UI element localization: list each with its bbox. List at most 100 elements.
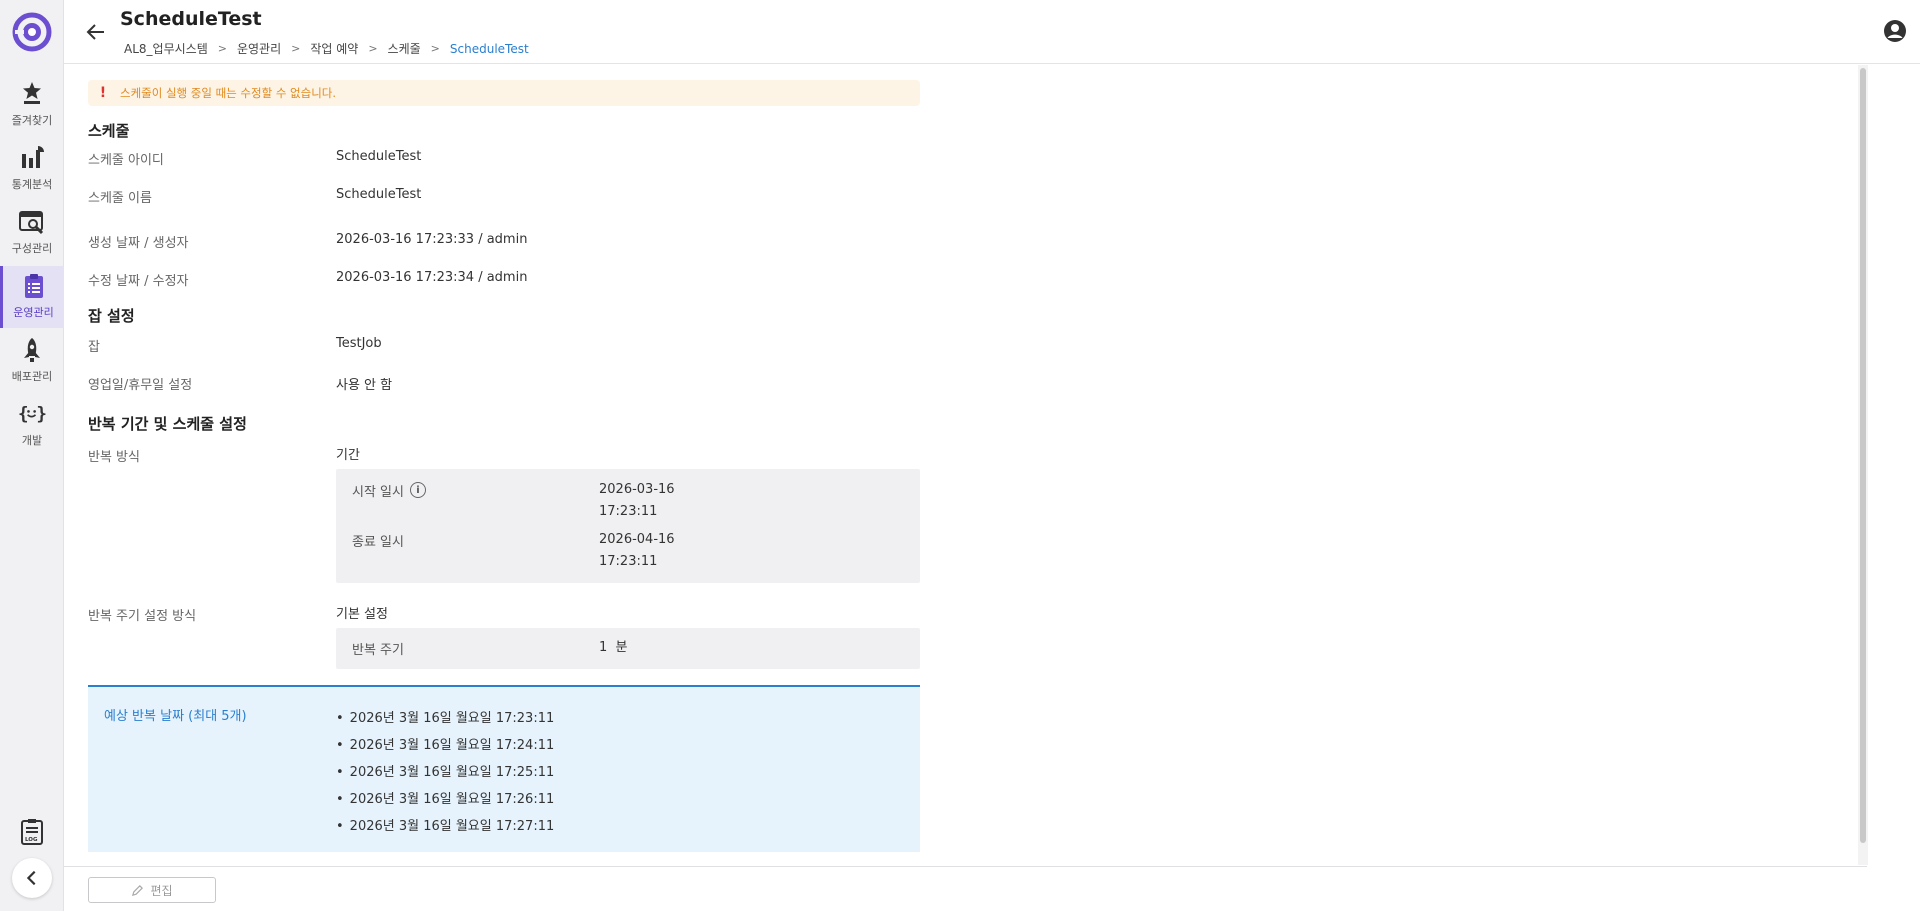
user-account-icon[interactable] [1882,18,1908,44]
created-value: 2026-03-16 17:23:33 / admin [336,232,528,247]
end-date: 2026-04-16 [599,532,675,547]
repeat-method-row: 반복 방식 기간 [88,444,920,465]
chart-icon [22,146,44,168]
cycle-value: 1 분 [599,640,628,655]
star-bookmark-icon [23,82,41,104]
field-label: 스케줄 이름 [88,191,152,206]
nav-item-configuration[interactable]: 구성관리 [0,202,64,264]
field-label: 반복 주기 설정 방식 [88,609,197,624]
start-time: 17:23:11 [599,504,658,519]
page-title: ScheduleTest [120,8,262,30]
nav-label: 배포관리 [11,370,53,383]
modified-value: 2026-03-16 17:23:34 / admin [336,270,528,285]
list-item: 2026년 3월 16일 월요일 17:24:11 [336,732,555,759]
holiday-row: 영업일/휴무일 설정 사용 안 함 [88,374,920,393]
schedule-id-row: 스케줄 아이디 ScheduleTest [88,149,920,168]
info-icon[interactable]: i [409,482,426,498]
nav-item-deployment[interactable]: 배포관리 [0,330,64,392]
field-label: 생성 날짜 / 생성자 [88,236,189,251]
start-label: 시작 일시 [352,485,404,500]
svg-text:{: { [18,404,29,424]
section-title-schedule: 스케줄 [88,122,130,140]
list-item: 2026년 3월 16일 월요일 17:27:11 [336,813,555,840]
field-label: 반복 방식 [88,450,140,465]
page-header: ScheduleTest AL8_업무시스템 > 운영관리 > 작업 예약 > … [64,0,1920,64]
scrollbar-thumb[interactable] [1860,68,1866,843]
clipboard-list-icon [24,274,43,298]
end-datetime-row: 종료 일시 2026-04-16 17:23:11 [352,529,904,573]
edit-button[interactable]: 편집 [88,877,216,903]
log-icon[interactable]: LOG [18,818,46,846]
holiday-value: 사용 안 함 [336,378,393,393]
footer-bar: 편집 [64,866,1867,911]
schedule-name-row: 스케줄 이름 ScheduleTest [88,187,920,206]
section-title-job: 잡 설정 [88,307,135,325]
preview-label: 예상 반복 날짜 (최대 5개) [104,709,247,724]
cycle-label: 반복 주기 [352,643,404,658]
schedule-name-value: ScheduleTest [336,187,422,202]
nav-item-development[interactable]: { } 개발 [0,394,64,456]
preview-dates-panel: 예상 반복 날짜 (최대 5개) 2026년 3월 16일 월요일 17:23:… [88,685,920,852]
end-time: 17:23:11 [599,554,658,569]
job-value: TestJob [336,336,382,351]
nav-label: 운영관리 [13,306,54,319]
list-item: 2026년 3월 16일 월요일 17:23:11 [336,705,555,732]
nav-label: 개발 [21,434,43,447]
nav-rail: 즐겨찾기 통계분석 구성관리 운영관리 배포관리 {} 개발 LOG [0,0,64,911]
field-label: 잡 [88,340,100,355]
created-row: 생성 날짜 / 생성자 2026-03-16 17:23:33 / admin [88,232,920,251]
code-braces-icon: { } [18,404,46,424]
warning-banner: ! 스케줄이 실행 중일 때는 수정할 수 없습니다. [88,80,920,106]
breadcrumb: AL8_업무시스템 > 운영관리 > 작업 예약 > 스케줄 > Schedul… [124,40,529,57]
pencil-icon [132,884,144,896]
repeat-period-panel: 시작 일시 i 2026-03-16 17:23:11 종료 일시 2026-0… [336,469,920,583]
back-arrow-icon[interactable] [84,20,108,44]
exclamation-icon: ! [99,85,107,101]
field-label: 시작 일시 i [352,479,599,523]
start-datetime-value: 2026-03-16 17:23:11 [599,479,675,523]
end-label: 종료 일시 [352,535,404,550]
field-label: 영업일/휴무일 설정 [88,378,193,393]
breadcrumb-separator-icon: > [430,42,440,55]
list-item: 2026년 3월 16일 월요일 17:26:11 [336,786,555,813]
end-datetime-value: 2026-04-16 17:23:11 [599,529,675,573]
section-title-repeat: 반복 기간 및 스케줄 설정 [88,415,247,433]
breadcrumb-separator-icon: > [217,42,227,55]
svg-text:}: } [36,404,46,424]
field-label: 스케줄 아이디 [88,153,164,168]
schedule-id-value: ScheduleTest [336,149,422,164]
start-date: 2026-03-16 [599,482,675,497]
cycle-panel: 반복 주기 1 분 [336,628,920,669]
repeat-method-value: 기간 [336,448,360,463]
warning-text: 스케줄이 실행 중일 때는 수정할 수 없습니다. [120,86,337,100]
preview-date-list: 2026년 3월 16일 월요일 17:23:11 2026년 3월 16일 월… [336,705,555,840]
start-datetime-row: 시작 일시 i 2026-03-16 17:23:11 [352,479,904,523]
cycle-method-row: 반복 주기 설정 방식 기본 설정 [88,603,920,624]
breadcrumb-separator-icon: > [368,42,378,55]
nav-label: 통계분석 [11,178,53,191]
cycle-row: 반복 주기 1 분 [352,639,904,658]
breadcrumb-item[interactable]: AL8_업무시스템 [124,40,208,57]
nav-item-operations[interactable]: 운영관리 [0,266,64,328]
breadcrumb-item[interactable]: 스케줄 [388,40,421,57]
app-logo-icon[interactable] [12,12,52,52]
main-content[interactable]: ! 스케줄이 실행 중일 때는 수정할 수 없습니다. 스케줄 스케줄 아이디 … [64,65,1867,865]
nav-label: 즐겨찾기 [11,114,53,127]
nav-label: 구성관리 [11,242,53,255]
collapse-sidebar-button[interactable] [12,858,52,898]
cycle-method-value: 기본 설정 [336,607,388,622]
chevron-left-icon [26,870,36,886]
log-icon-text: LOG [25,837,38,843]
breadcrumb-item[interactable]: 작업 예약 [310,40,358,57]
nav-item-statistics[interactable]: 통계분석 [0,138,64,200]
field-label: 수정 날짜 / 수정자 [88,274,189,289]
job-row: 잡 TestJob [88,336,920,355]
rocket-icon [24,338,40,362]
config-search-icon [19,211,44,235]
modified-row: 수정 날짜 / 수정자 2026-03-16 17:23:34 / admin [88,270,920,289]
breadcrumb-item[interactable]: 운영관리 [237,40,281,57]
edit-button-label: 편집 [150,883,173,898]
breadcrumb-separator-icon: > [291,42,301,55]
breadcrumb-current: ScheduleTest [449,41,529,56]
nav-item-favorites[interactable]: 즐겨찾기 [0,74,64,136]
